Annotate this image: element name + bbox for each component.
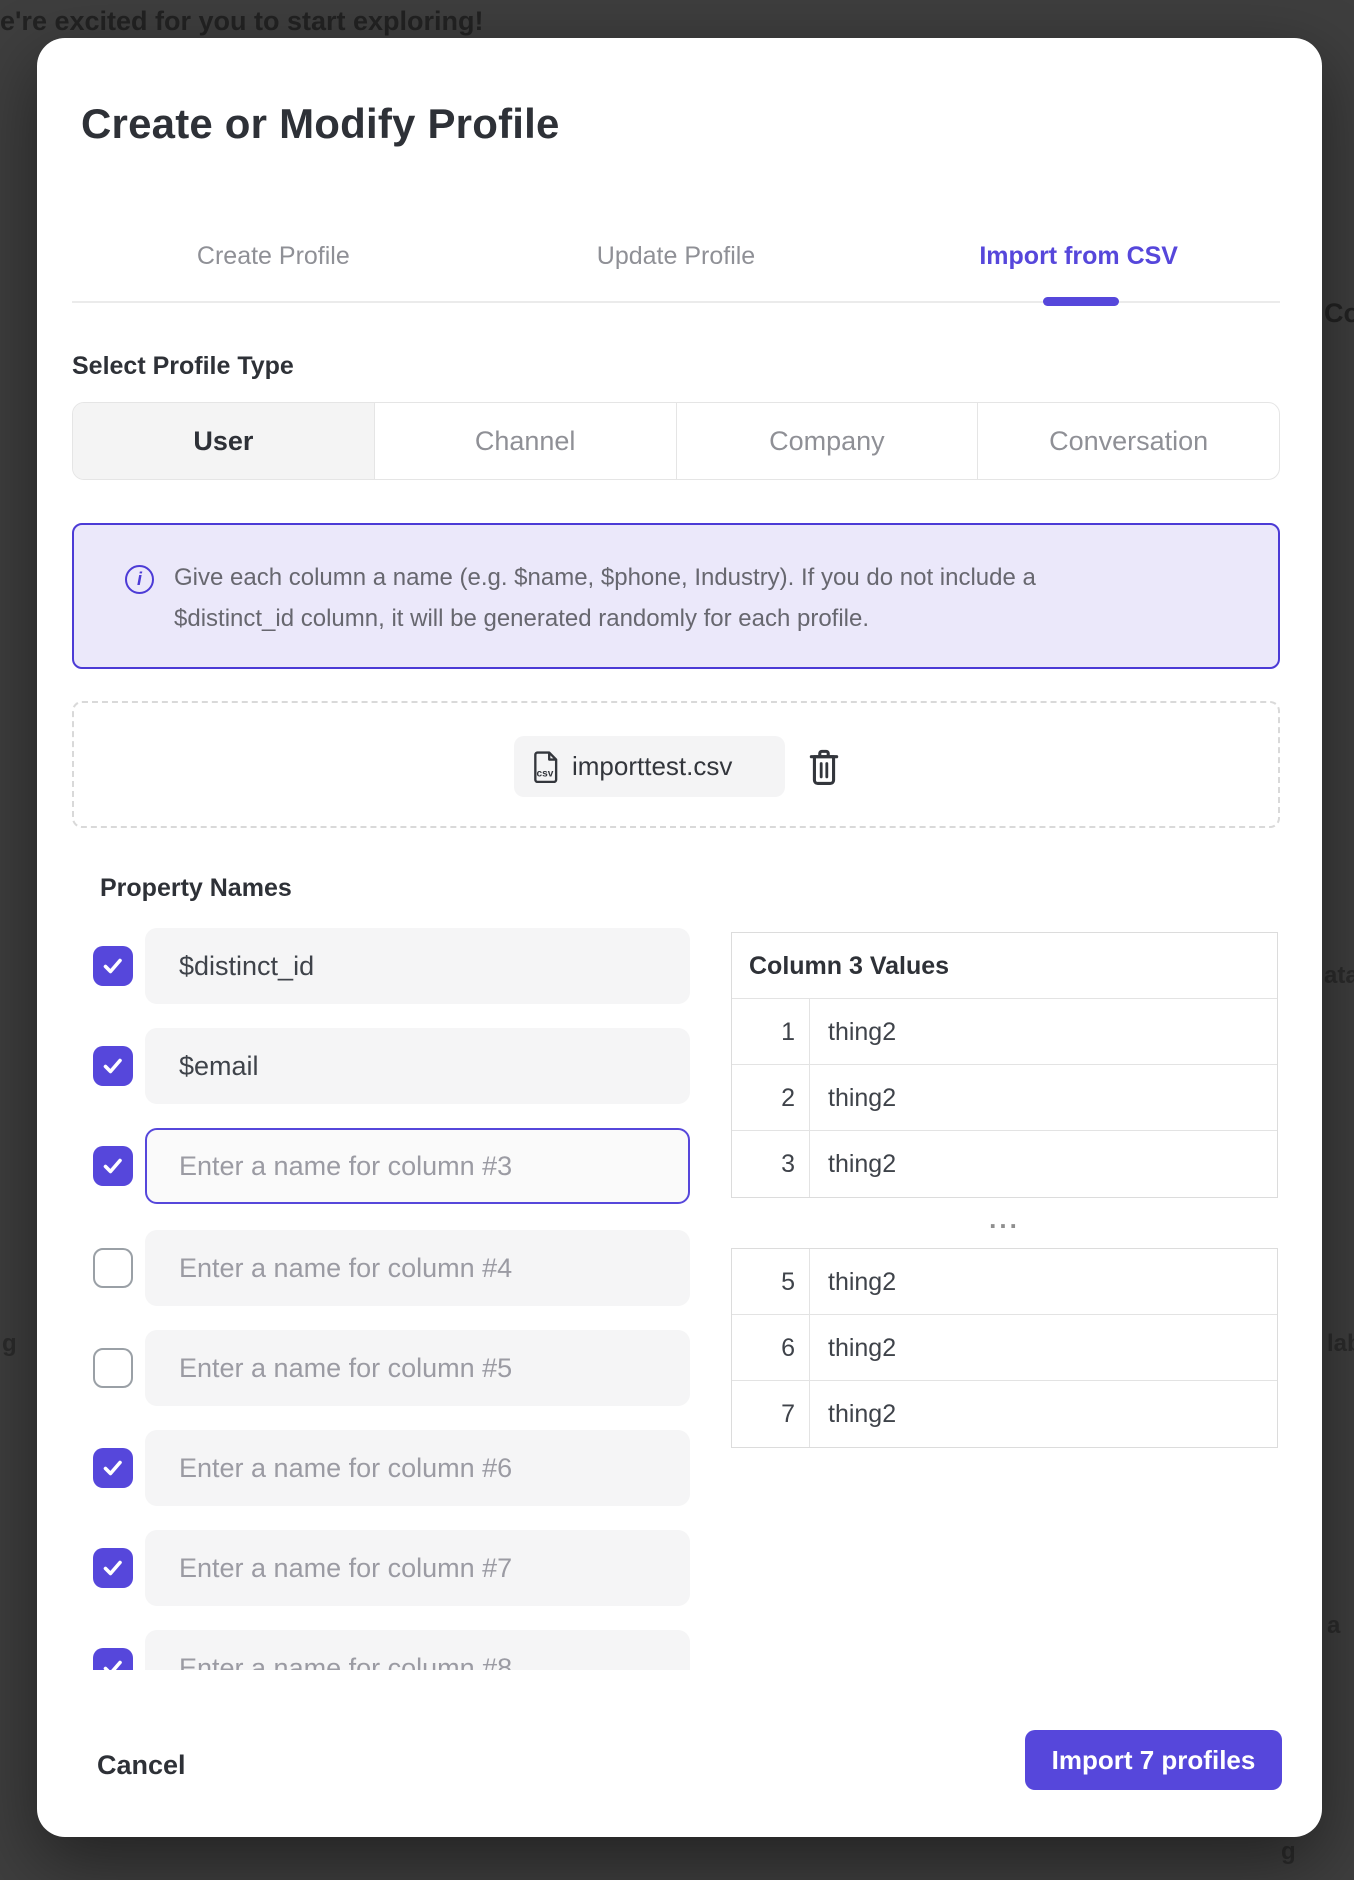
column-1-name-input[interactable] [145, 928, 690, 1004]
active-tab-underline [1043, 297, 1119, 306]
row-index: 3 [732, 1131, 810, 1197]
table-row: 5 thing2 [732, 1249, 1277, 1315]
import-profiles-button[interactable]: Import 7 profiles [1025, 1730, 1282, 1790]
row-value: thing2 [810, 1249, 1277, 1314]
check-icon [100, 954, 126, 978]
column-5-checkbox[interactable] [93, 1348, 133, 1388]
trash-icon [807, 748, 841, 786]
info-banner: i Give each column a name (e.g. $name, $… [72, 523, 1280, 669]
table-row: 3 thing2 [732, 1131, 1277, 1197]
table-row: 7 thing2 [732, 1381, 1277, 1447]
modal-title: Create or Modify Profile [81, 100, 560, 148]
column-7-checkbox[interactable] [93, 1548, 133, 1588]
column-6-name-input[interactable] [145, 1430, 690, 1506]
check-icon [100, 1154, 126, 1178]
row-value: thing2 [810, 1131, 1277, 1197]
cancel-button[interactable]: Cancel [97, 1750, 186, 1781]
property-row-6 [37, 1430, 737, 1506]
row-index: 6 [732, 1315, 810, 1380]
property-row-3 [37, 1128, 737, 1204]
background-text-fragment: lab [1327, 1330, 1354, 1358]
column-8-name-input[interactable] [145, 1630, 690, 1670]
csv-upload-dropzone[interactable]: csv importtest.csv [72, 701, 1280, 828]
column-4-name-input[interactable] [145, 1230, 690, 1306]
property-row-2 [37, 1028, 737, 1104]
row-index: 5 [732, 1249, 810, 1314]
column-3-name-input[interactable] [145, 1128, 690, 1204]
row-value: thing2 [810, 1381, 1277, 1447]
svg-text:csv: csv [536, 768, 553, 779]
info-line-2: $distinct_id column, it will be generate… [174, 605, 869, 632]
column-values-table-top: Column 3 Values 1 thing2 2 thing2 3 thin… [731, 932, 1278, 1198]
column-6-checkbox[interactable] [93, 1448, 133, 1488]
background-text-fragment: e're excited for you to start exploring! [0, 6, 484, 37]
background-text-fragment: g [2, 1330, 17, 1358]
profile-type-company[interactable]: Company [676, 403, 978, 479]
check-icon [100, 1456, 126, 1480]
table-row: 6 thing2 [732, 1315, 1277, 1381]
profile-type-conversation[interactable]: Conversation [977, 403, 1279, 479]
column-4-checkbox[interactable] [93, 1248, 133, 1288]
column-8-name-input[interactable] [145, 1530, 690, 1606]
background-text-fragment: Col [1324, 298, 1354, 329]
create-or-modify-profile-modal: Create or Modify Profile Create Profile … [37, 38, 1322, 1837]
column-1-checkbox[interactable] [93, 946, 133, 986]
info-line-1: Give each column a name (e.g. $name, $ph… [174, 564, 1036, 591]
check-icon [100, 1556, 126, 1580]
table-row: 1 thing2 [732, 999, 1277, 1065]
column-5-name-input[interactable] [145, 1330, 690, 1406]
column-8-checkbox[interactable] [93, 1648, 133, 1670]
column-values-table-bottom: 5 thing2 6 thing2 7 thing2 [731, 1248, 1278, 1448]
check-icon [100, 1054, 126, 1078]
property-row-4 [37, 1230, 737, 1306]
table-row: 2 thing2 [732, 1065, 1277, 1131]
row-index: 1 [732, 999, 810, 1064]
tab-update-profile[interactable]: Update Profile [475, 234, 878, 278]
column-2-name-input[interactable] [145, 1028, 690, 1104]
csv-file-icon: csv [532, 751, 560, 783]
property-names-label: Property Names [100, 874, 292, 903]
tab-import-from-csv[interactable]: Import from CSV [877, 234, 1280, 278]
property-names-list [37, 918, 737, 1670]
modal-tabs: Create Profile Update Profile Import fro… [72, 234, 1280, 278]
property-row-7 [37, 1530, 737, 1606]
tab-create-profile[interactable]: Create Profile [72, 234, 475, 278]
column-3-checkbox[interactable] [93, 1146, 133, 1186]
profile-type-channel[interactable]: Channel [374, 403, 676, 479]
uploaded-file-name: importtest.csv [572, 751, 732, 782]
background-text-fragment: a [1327, 1612, 1340, 1640]
delete-file-button[interactable] [807, 748, 841, 786]
row-value: thing2 [810, 1065, 1277, 1130]
property-row-1 [37, 928, 737, 1004]
property-row-5 [37, 1330, 737, 1406]
row-index: 2 [732, 1065, 810, 1130]
values-table-header: Column 3 Values [732, 933, 1277, 999]
screen: e're excited for you to start exploring!… [0, 0, 1354, 1880]
check-icon [100, 1656, 126, 1670]
rows-ellipsis: ... [731, 1204, 1278, 1235]
background-text-fragment: ata [1324, 962, 1354, 990]
profile-type-user[interactable]: User [73, 403, 374, 479]
row-index: 7 [732, 1381, 810, 1447]
column-2-checkbox[interactable] [93, 1046, 133, 1086]
uploaded-file-chip[interactable]: csv importtest.csv [514, 736, 785, 797]
row-value: thing2 [810, 1315, 1277, 1380]
select-profile-type-label: Select Profile Type [72, 352, 294, 381]
property-row-8 [37, 1630, 737, 1670]
profile-type-segmented-control: User Channel Company Conversation [72, 402, 1280, 480]
row-value: thing2 [810, 999, 1277, 1064]
background-text-fragment: g [1281, 1838, 1296, 1866]
info-banner-text: Give each column a name (e.g. $name, $ph… [174, 557, 1174, 639]
info-icon: i [125, 565, 154, 594]
